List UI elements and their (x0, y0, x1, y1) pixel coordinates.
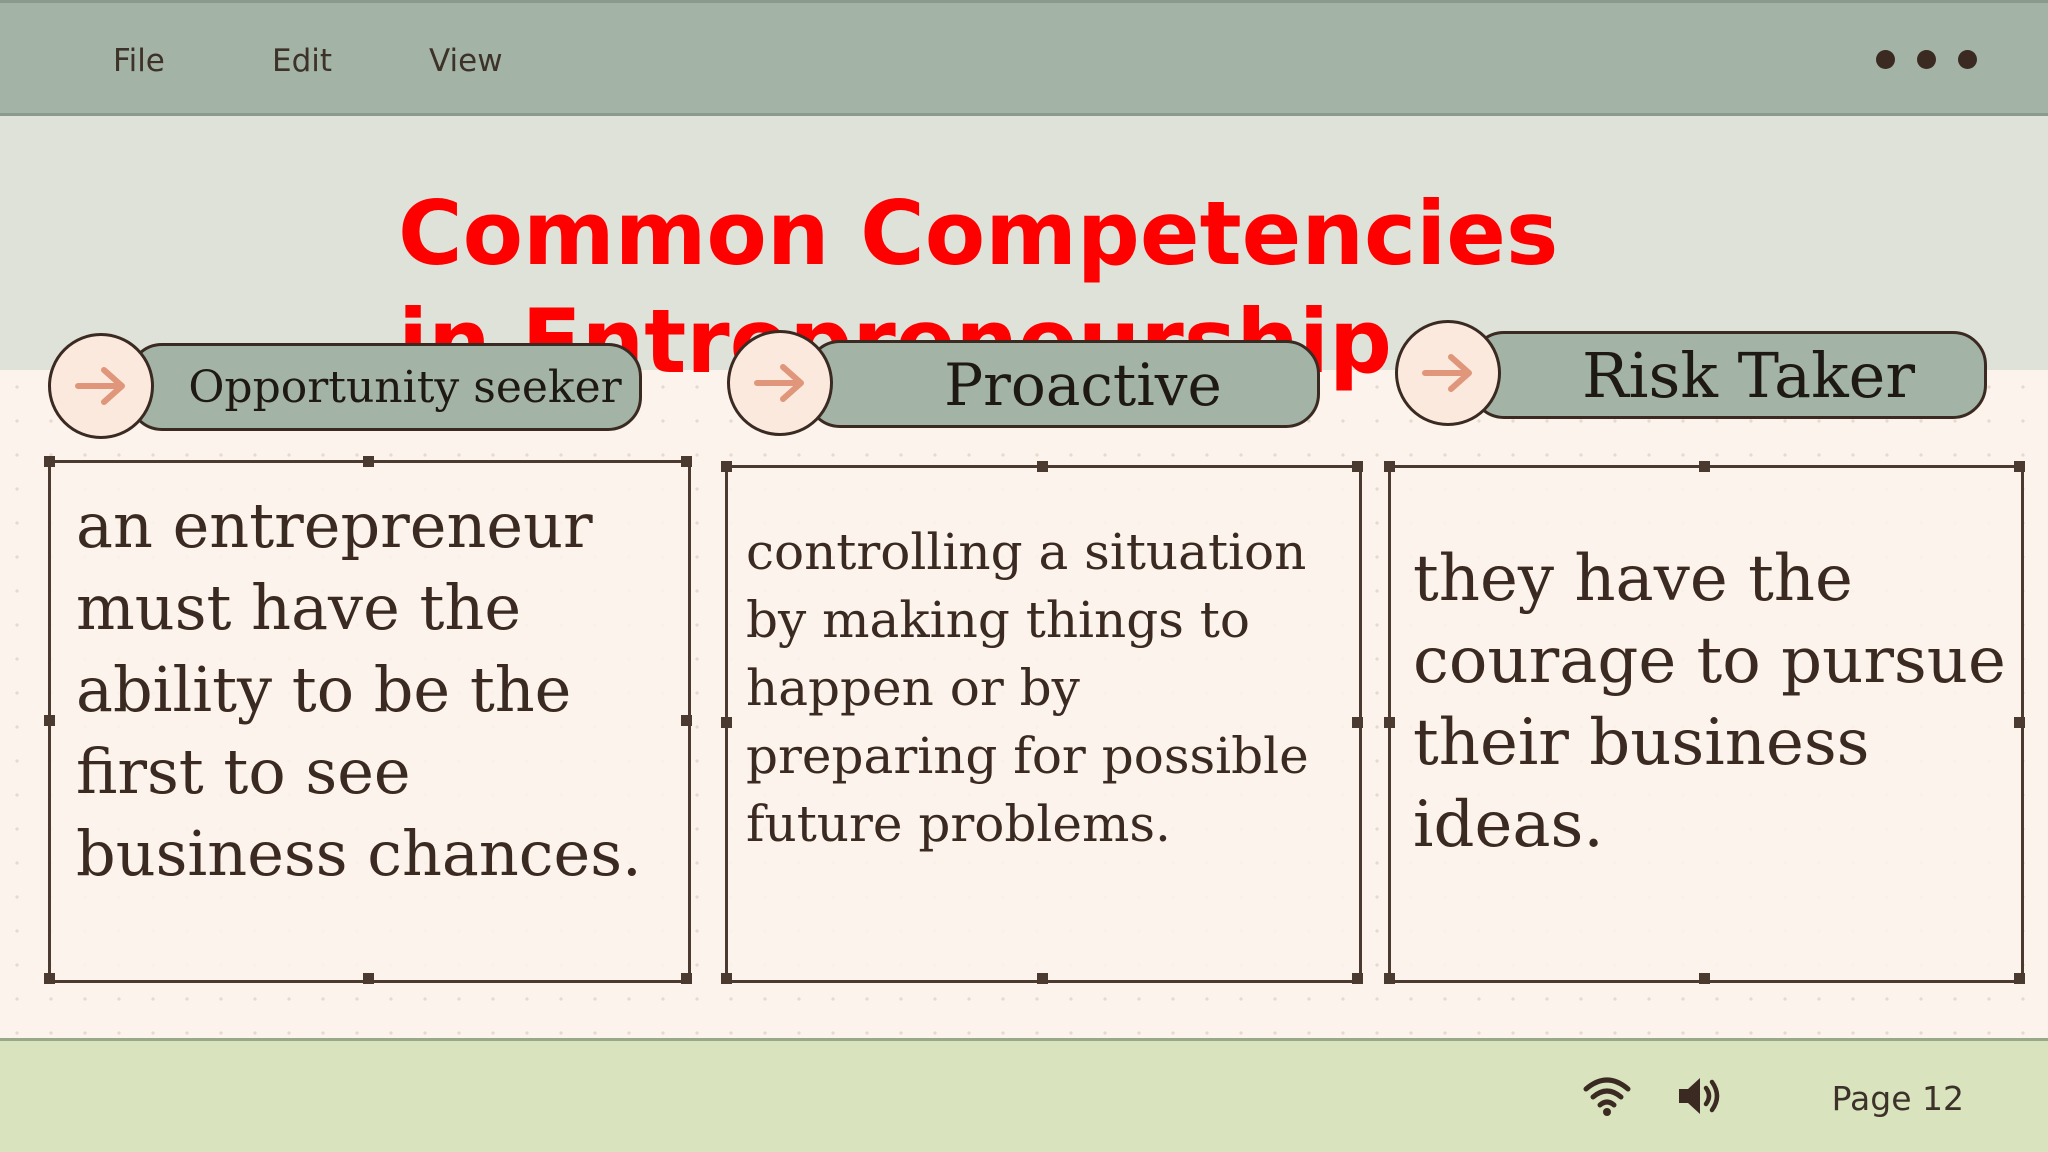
label-pill-risk-taker: Risk Taker (1470, 331, 1987, 419)
resize-handle[interactable] (2014, 461, 2025, 472)
slide-title: Common Competencies in Entrepreneurship (398, 182, 1559, 393)
volume-icon[interactable] (1676, 1074, 1724, 1123)
resize-handle[interactable] (1036, 461, 1048, 472)
label-pill-proactive: Proactive (806, 340, 1320, 428)
status-bar: Page 12 (0, 1038, 2048, 1152)
resize-handle[interactable] (44, 714, 55, 726)
content-box-opportunity-seeker[interactable]: an entrepreneur must have the ability to… (44, 456, 692, 984)
resize-handle[interactable] (1699, 973, 1710, 984)
card-text: they have the courage to pursue their bu… (1413, 542, 2006, 862)
page-number: Page 12 (1831, 1079, 1964, 1118)
content-box-proactive[interactable]: controlling a situation by making things… (721, 461, 1363, 984)
menu-view[interactable]: View (429, 43, 503, 79)
content-box-risk-taker[interactable]: they have the courage to pursue their bu… (1384, 461, 2025, 984)
resize-handle[interactable] (681, 456, 692, 467)
menu-bar: File Edit View (0, 0, 2048, 116)
resize-handle[interactable] (681, 714, 692, 726)
resize-handle[interactable] (1384, 973, 1395, 984)
card-text: controlling a situation by making things… (746, 523, 1325, 853)
label-text: Opportunity seeker (188, 362, 622, 413)
arrow-right-icon (727, 330, 833, 436)
resize-handle[interactable] (2014, 717, 2025, 728)
wifi-icon[interactable] (1582, 1075, 1632, 1122)
label-text: Proactive (944, 351, 1222, 419)
resize-handle[interactable] (1699, 461, 1710, 472)
resize-handle[interactable] (1384, 461, 1395, 472)
resize-handle[interactable] (681, 973, 692, 984)
resize-handle[interactable] (721, 717, 732, 728)
resize-handle[interactable] (1352, 717, 1363, 728)
resize-handle[interactable] (2014, 973, 2025, 984)
label-pill-opportunity-seeker: Opportunity seeker (128, 343, 642, 431)
resize-handle[interactable] (362, 456, 374, 467)
resize-handle[interactable] (44, 456, 55, 467)
menu-file[interactable]: File (113, 43, 165, 79)
resize-handle[interactable] (362, 973, 374, 984)
resize-handle[interactable] (1036, 973, 1048, 984)
more-options-icon[interactable] (1876, 50, 1977, 69)
resize-handle[interactable] (1384, 717, 1395, 728)
resize-handle[interactable] (721, 461, 732, 472)
resize-handle[interactable] (44, 973, 55, 984)
card-text: an entrepreneur must have the ability to… (76, 489, 642, 890)
arrow-right-icon (48, 333, 154, 439)
resize-handle[interactable] (1352, 461, 1363, 472)
resize-handle[interactable] (1352, 973, 1363, 984)
menu-edit[interactable]: Edit (272, 43, 332, 79)
resize-handle[interactable] (721, 973, 732, 984)
arrow-right-icon (1395, 320, 1501, 426)
label-text: Risk Taker (1581, 339, 1915, 412)
